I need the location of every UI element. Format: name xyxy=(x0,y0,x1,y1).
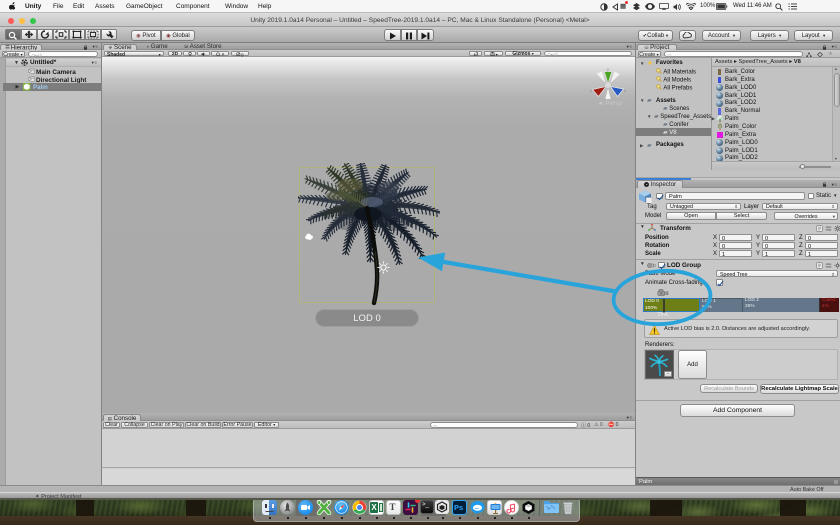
svg-text:z: z xyxy=(624,88,626,93)
svg-text:x: x xyxy=(590,88,592,93)
svg-text:y: y xyxy=(607,66,609,71)
